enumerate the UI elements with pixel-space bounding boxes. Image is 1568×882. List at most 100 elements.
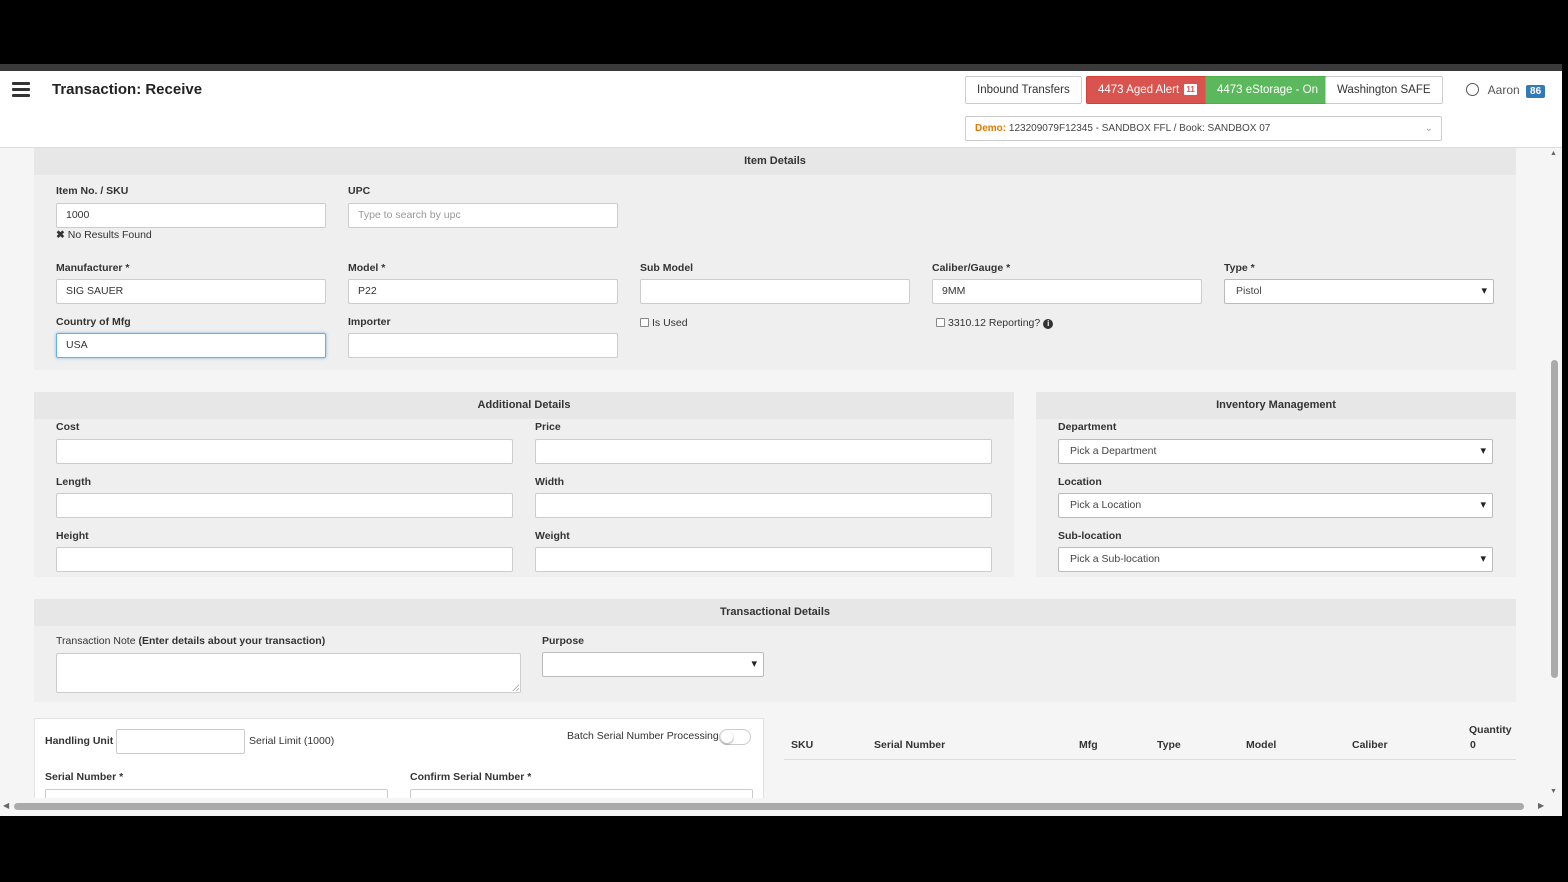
serial-number-label: Serial Number * (45, 771, 124, 783)
model-label: Model * (348, 262, 386, 274)
app-window: Transaction: Receive Inbound Transfers 4… (0, 64, 1562, 816)
close-icon: ✖ (56, 229, 65, 241)
horizontal-scroll-thumb[interactable] (14, 803, 1524, 810)
sku-error: ✖ No Results Found (56, 229, 152, 241)
cost-input[interactable] (56, 439, 513, 464)
reporting-checkbox[interactable]: 3310.12 Reporting? i (936, 317, 1054, 329)
location-select[interactable]: Pick a Location ▾ (1058, 493, 1493, 518)
washington-safe-button[interactable]: Washington SAFE (1325, 76, 1443, 104)
price-label: Price (535, 421, 561, 433)
info-icon[interactable]: i (1043, 319, 1054, 329)
aged-alert-label: 4473 Aged Alert (1098, 84, 1180, 96)
country-input[interactable]: USA (56, 333, 326, 358)
chevron-down-icon: ▾ (1480, 445, 1486, 457)
col-mfg: Mfg (1079, 739, 1098, 751)
handling-unit-input[interactable] (116, 729, 245, 754)
type-label: Type * (1224, 262, 1255, 274)
vertical-scrollbar[interactable]: ▲ ▼ (1548, 148, 1560, 798)
estorage-button[interactable]: 4473 eStorage - On (1205, 76, 1331, 104)
importer-input[interactable] (348, 333, 618, 358)
demo-value: 123209079F12345 - SANDBOX FFL / Book: SA… (1008, 123, 1271, 134)
resize-handle-icon[interactable] (512, 684, 519, 691)
hamburger-menu-icon[interactable] (12, 82, 30, 98)
horizontal-scrollbar[interactable]: ◀ ▶ (0, 800, 1548, 812)
item-details-title: Item Details (34, 148, 1516, 175)
sublocation-value: Pick a Sub-location (1070, 553, 1160, 565)
transactional-title: Transactional Details (34, 599, 1516, 626)
serial-table-header: SKU Serial Number Mfg Type Model Caliber… (784, 723, 1516, 760)
quantity-value: 0 (1470, 739, 1476, 751)
type-value: Pistol (1236, 285, 1262, 297)
aged-alert-button[interactable]: 4473 Aged Alert 11 (1086, 76, 1209, 104)
chevron-down-icon: ▾ (1480, 553, 1486, 565)
sku-error-text: No Results Found (67, 229, 152, 241)
aged-alert-count: 11 (1184, 84, 1197, 96)
department-label: Department (1058, 421, 1117, 433)
upc-input[interactable]: Type to search by upc (348, 203, 618, 228)
price-input[interactable] (535, 439, 992, 464)
inbound-transfers-button[interactable]: Inbound Transfers (965, 76, 1082, 104)
user-avatar-icon (1466, 83, 1479, 96)
handling-unit-label: Handling Unit (45, 735, 114, 747)
type-select[interactable]: Pistol ▾ (1224, 279, 1494, 304)
height-label: Height (56, 530, 89, 542)
height-input[interactable] (56, 547, 513, 572)
transaction-note-label: Transaction Note (Enter details about yo… (56, 635, 325, 647)
reporting-label: 3310.12 Reporting? (948, 317, 1041, 329)
demo-label: Demo: (975, 123, 1007, 134)
ffl-book-select[interactable]: Demo: 123209079F12345 - SANDBOX FFL / Bo… (965, 116, 1442, 141)
batch-serial-toggle[interactable] (719, 729, 751, 745)
width-input[interactable] (535, 493, 992, 518)
is-used-label: Is Used (652, 317, 688, 329)
transaction-note-textarea[interactable] (56, 653, 521, 693)
is-used-checkbox[interactable]: Is Used (640, 317, 688, 329)
model-input[interactable]: P22 (348, 279, 618, 304)
confirm-serial-label: Confirm Serial Number * (410, 771, 532, 783)
upc-label: UPC (348, 185, 371, 197)
page-title: Transaction: Receive (52, 81, 203, 98)
chevron-down-icon: ▾ (1481, 285, 1487, 297)
additional-details-title: Additional Details (34, 392, 1014, 419)
toggle-knob (721, 731, 733, 743)
department-value: Pick a Department (1070, 445, 1157, 457)
importer-label: Importer (348, 316, 391, 328)
col-sku: SKU (791, 739, 814, 751)
department-select[interactable]: Pick a Department ▾ (1058, 439, 1493, 464)
chevron-down-icon: ⌄ (1424, 123, 1433, 134)
note-hint-text: (Enter details about your transaction) (138, 635, 326, 647)
manufacturer-input[interactable]: SIG SAUER (56, 279, 326, 304)
scroll-right-icon[interactable]: ▶ (1538, 801, 1544, 810)
sub-model-input[interactable] (640, 279, 910, 304)
inventory-title: Inventory Management (1036, 392, 1516, 419)
sku-label: Item No. / SKU (56, 185, 129, 197)
width-label: Width (535, 476, 565, 488)
top-strip (0, 64, 1562, 71)
sublocation-select[interactable]: Pick a Sub-location ▾ (1058, 547, 1493, 572)
location-label: Location (1058, 476, 1102, 488)
sublocation-label: Sub-location (1058, 530, 1122, 542)
confirm-serial-input[interactable] (410, 789, 753, 798)
location-value: Pick a Location (1070, 499, 1142, 511)
country-label: Country of Mfg (56, 316, 131, 328)
purpose-label: Purpose (542, 635, 585, 647)
manufacturer-label: Manufacturer * (56, 262, 130, 274)
purpose-select[interactable]: ▾ (542, 652, 764, 677)
sku-input[interactable]: 1000 (56, 203, 326, 228)
length-label: Length (56, 476, 91, 488)
weight-label: Weight (535, 530, 570, 542)
col-model: Model (1246, 739, 1277, 751)
checkbox-icon (936, 318, 945, 327)
scroll-down-icon[interactable]: ▼ (1550, 788, 1557, 795)
col-serial-number: Serial Number (874, 739, 946, 751)
scroll-left-icon[interactable]: ◀ (3, 801, 9, 810)
caliber-input[interactable]: 9MM (932, 279, 1202, 304)
col-caliber: Caliber (1352, 739, 1388, 751)
user-badge: 86 (1526, 85, 1546, 98)
user-menu[interactable]: Aaron 86 (1466, 83, 1546, 98)
scroll-up-icon[interactable]: ▲ (1550, 150, 1557, 157)
length-input[interactable] (56, 493, 513, 518)
vertical-scroll-thumb[interactable] (1551, 360, 1558, 678)
weight-input[interactable] (535, 547, 992, 572)
serial-number-input[interactable] (45, 789, 388, 798)
caliber-label: Caliber/Gauge * (932, 262, 1011, 274)
